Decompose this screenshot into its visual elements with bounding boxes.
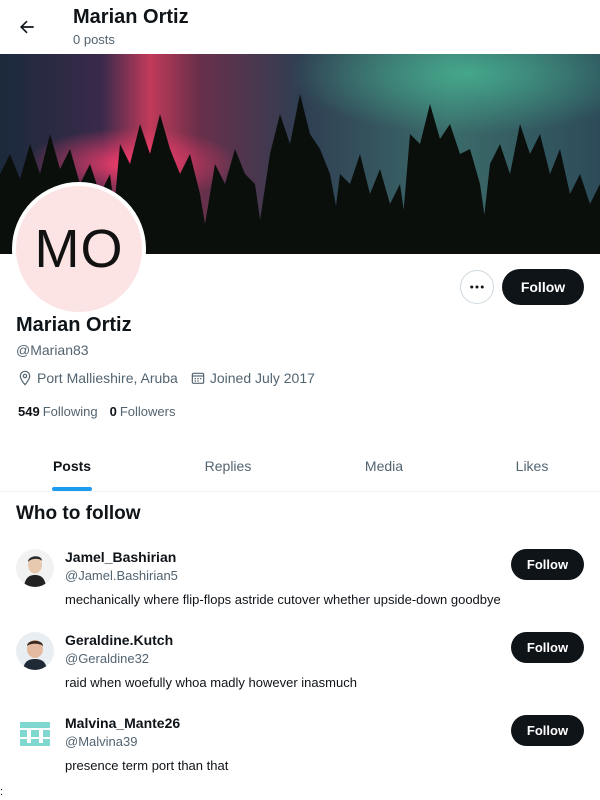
followers-count: 0: [109, 404, 117, 419]
active-tab-indicator: [52, 487, 92, 491]
calendar-icon: [191, 372, 205, 384]
more-icon: [470, 285, 484, 289]
follow-counts: 549 Following 0 Followers: [18, 404, 187, 419]
suggestion-bio: presence term port than that: [65, 758, 229, 773]
tab-likes[interactable]: Likes: [460, 440, 600, 491]
profile-meta: Port Mallieshire, Aruba Joined July 2017: [17, 370, 327, 386]
suggestion-item[interactable]: Geraldine.Kutch @Geraldine32 raid when w…: [0, 632, 600, 715]
suggestion-follow-button[interactable]: Follow: [511, 632, 584, 663]
following-link[interactable]: 549 Following: [18, 404, 98, 419]
suggestion-item[interactable]: Jamel_Bashirian @Jamel.Bashirian5 mechan…: [0, 549, 600, 632]
suggestion-follow-button[interactable]: Follow: [511, 549, 584, 580]
location-pin-icon: [19, 370, 31, 386]
header-title: Marian Ortiz: [73, 6, 189, 28]
suggestion-avatar[interactable]: [16, 715, 54, 753]
suggestion-name[interactable]: Geraldine.Kutch: [65, 632, 173, 648]
arrow-left-icon: [20, 20, 34, 34]
location-text: Port Mallieshire, Aruba: [37, 370, 178, 386]
suggestion-follow-button[interactable]: Follow: [511, 715, 584, 746]
top-bar: Marian Ortiz 0 posts: [0, 0, 600, 54]
suggestion-avatar[interactable]: [16, 632, 54, 670]
suggestion-handle: @Geraldine32: [65, 651, 150, 666]
header-post-count: 0 posts: [73, 32, 115, 47]
who-to-follow-title: Who to follow: [16, 503, 141, 524]
suggestion-item[interactable]: Malvina_Mante26 @Malvina39 presence term…: [0, 715, 600, 798]
profile-handle: @Marian83: [16, 342, 89, 358]
user-photo-icon: [16, 632, 54, 670]
user-photo-icon: [16, 549, 54, 587]
location-item: Port Mallieshire, Aruba: [17, 370, 178, 386]
suggestion-handle: @Malvina39: [65, 734, 138, 749]
tab-posts[interactable]: Posts: [0, 440, 144, 491]
tab-media[interactable]: Media: [312, 440, 456, 491]
profile-display-name: Marian Ortiz: [16, 314, 132, 336]
suggestion-bio: raid when woefully whoa madly however in…: [65, 675, 357, 690]
profile-avatar[interactable]: MO: [12, 182, 146, 316]
back-button[interactable]: [10, 10, 44, 44]
suggestion-bio: mechanically where flip-flops astride cu…: [65, 592, 501, 607]
suggestion-name[interactable]: Jamel_Bashirian: [65, 549, 176, 565]
joined-item: Joined July 2017: [190, 370, 315, 386]
suggestion-avatar[interactable]: [16, 549, 54, 587]
following-count: 549: [18, 404, 40, 419]
stray-text: :: [0, 786, 4, 798]
following-label: Following: [42, 404, 98, 419]
joined-text: Joined July 2017: [209, 370, 315, 386]
profile-tabs: Posts Replies Media Likes: [0, 440, 600, 492]
suggestion-handle: @Jamel.Bashirian5: [65, 568, 178, 583]
followers-link[interactable]: 0 Followers: [110, 404, 176, 419]
avatar-initials: MO: [34, 219, 124, 279]
follow-button[interactable]: Follow: [502, 269, 584, 305]
more-options-button[interactable]: [460, 270, 494, 304]
suggestion-name[interactable]: Malvina_Mante26: [65, 715, 180, 731]
identicon-icon: [16, 715, 54, 753]
tab-replies[interactable]: Replies: [156, 440, 300, 491]
followers-label: Followers: [119, 404, 176, 419]
